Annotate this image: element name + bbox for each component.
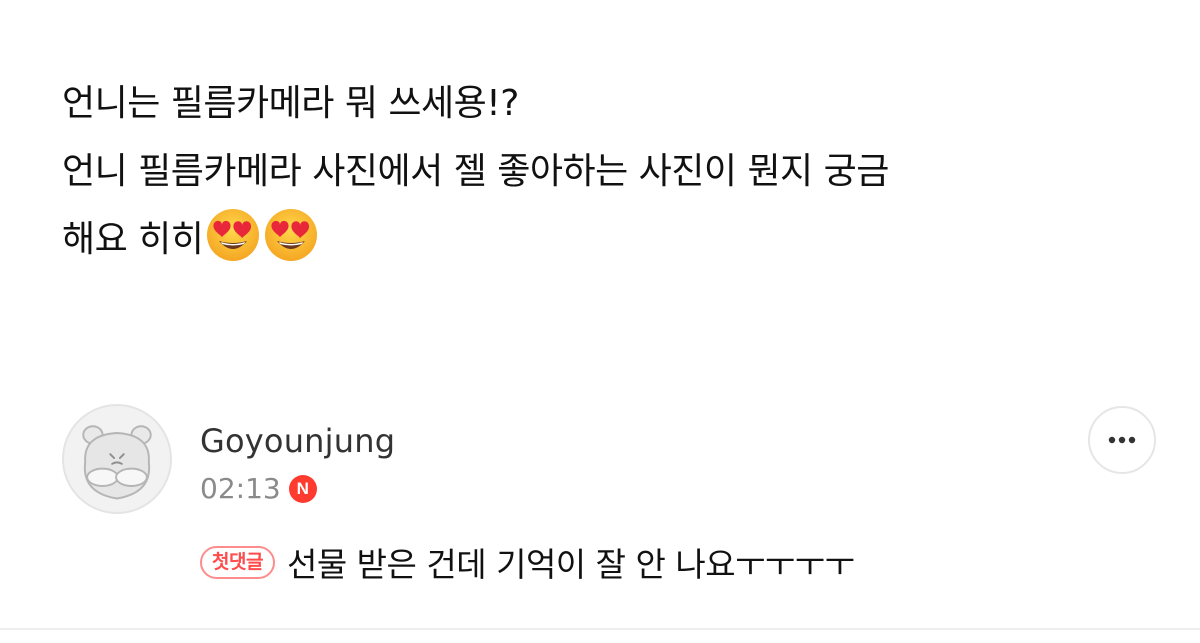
heart-eyes-emoji-icon bbox=[263, 207, 319, 263]
more-horizontal-icon bbox=[1108, 436, 1136, 444]
divider bbox=[0, 628, 1200, 630]
post-text-line-2: 언니 필름카메라 사진에서 젤 좋아하는 사진이 뭔지 궁금 bbox=[62, 151, 889, 192]
comment-username[interactable]: Goyounjung bbox=[200, 422, 395, 460]
hamster-avatar-icon bbox=[82, 425, 152, 500]
first-comment-badge: 첫댓글 bbox=[200, 545, 275, 579]
comment-text: 선물 받은 건데 기억이 잘 안 나요ㅜㅜㅜㅜ bbox=[286, 545, 855, 584]
post-text-line-3-text: 해요 히히 bbox=[62, 219, 204, 260]
comment-meta: 02:13 N bbox=[200, 472, 317, 505]
comment-body: 첫댓글 선물 받은 건데 기억이 잘 안 나요ㅜㅜㅜㅜ bbox=[200, 538, 855, 586]
post-text-line-1: 언니는 필름카메라 뭐 쓰세용!? bbox=[62, 83, 519, 124]
comment-item: Goyounjung 02:13 N 첫댓글 선물 받은 건데 기억이 잘 안 … bbox=[62, 404, 1162, 604]
heart-eyes-emoji-icon bbox=[205, 207, 261, 263]
post-content: 언니는 필름카메라 뭐 쓰세용!? 언니 필름카메라 사진에서 젤 좋아하는 사… bbox=[62, 70, 1152, 274]
post-text-line-3: 해요 히히 bbox=[62, 206, 1152, 274]
new-badge: N bbox=[288, 474, 317, 503]
avatar[interactable] bbox=[62, 404, 172, 514]
more-options-button[interactable] bbox=[1088, 406, 1156, 474]
comment-time: 02:13 bbox=[200, 472, 281, 505]
